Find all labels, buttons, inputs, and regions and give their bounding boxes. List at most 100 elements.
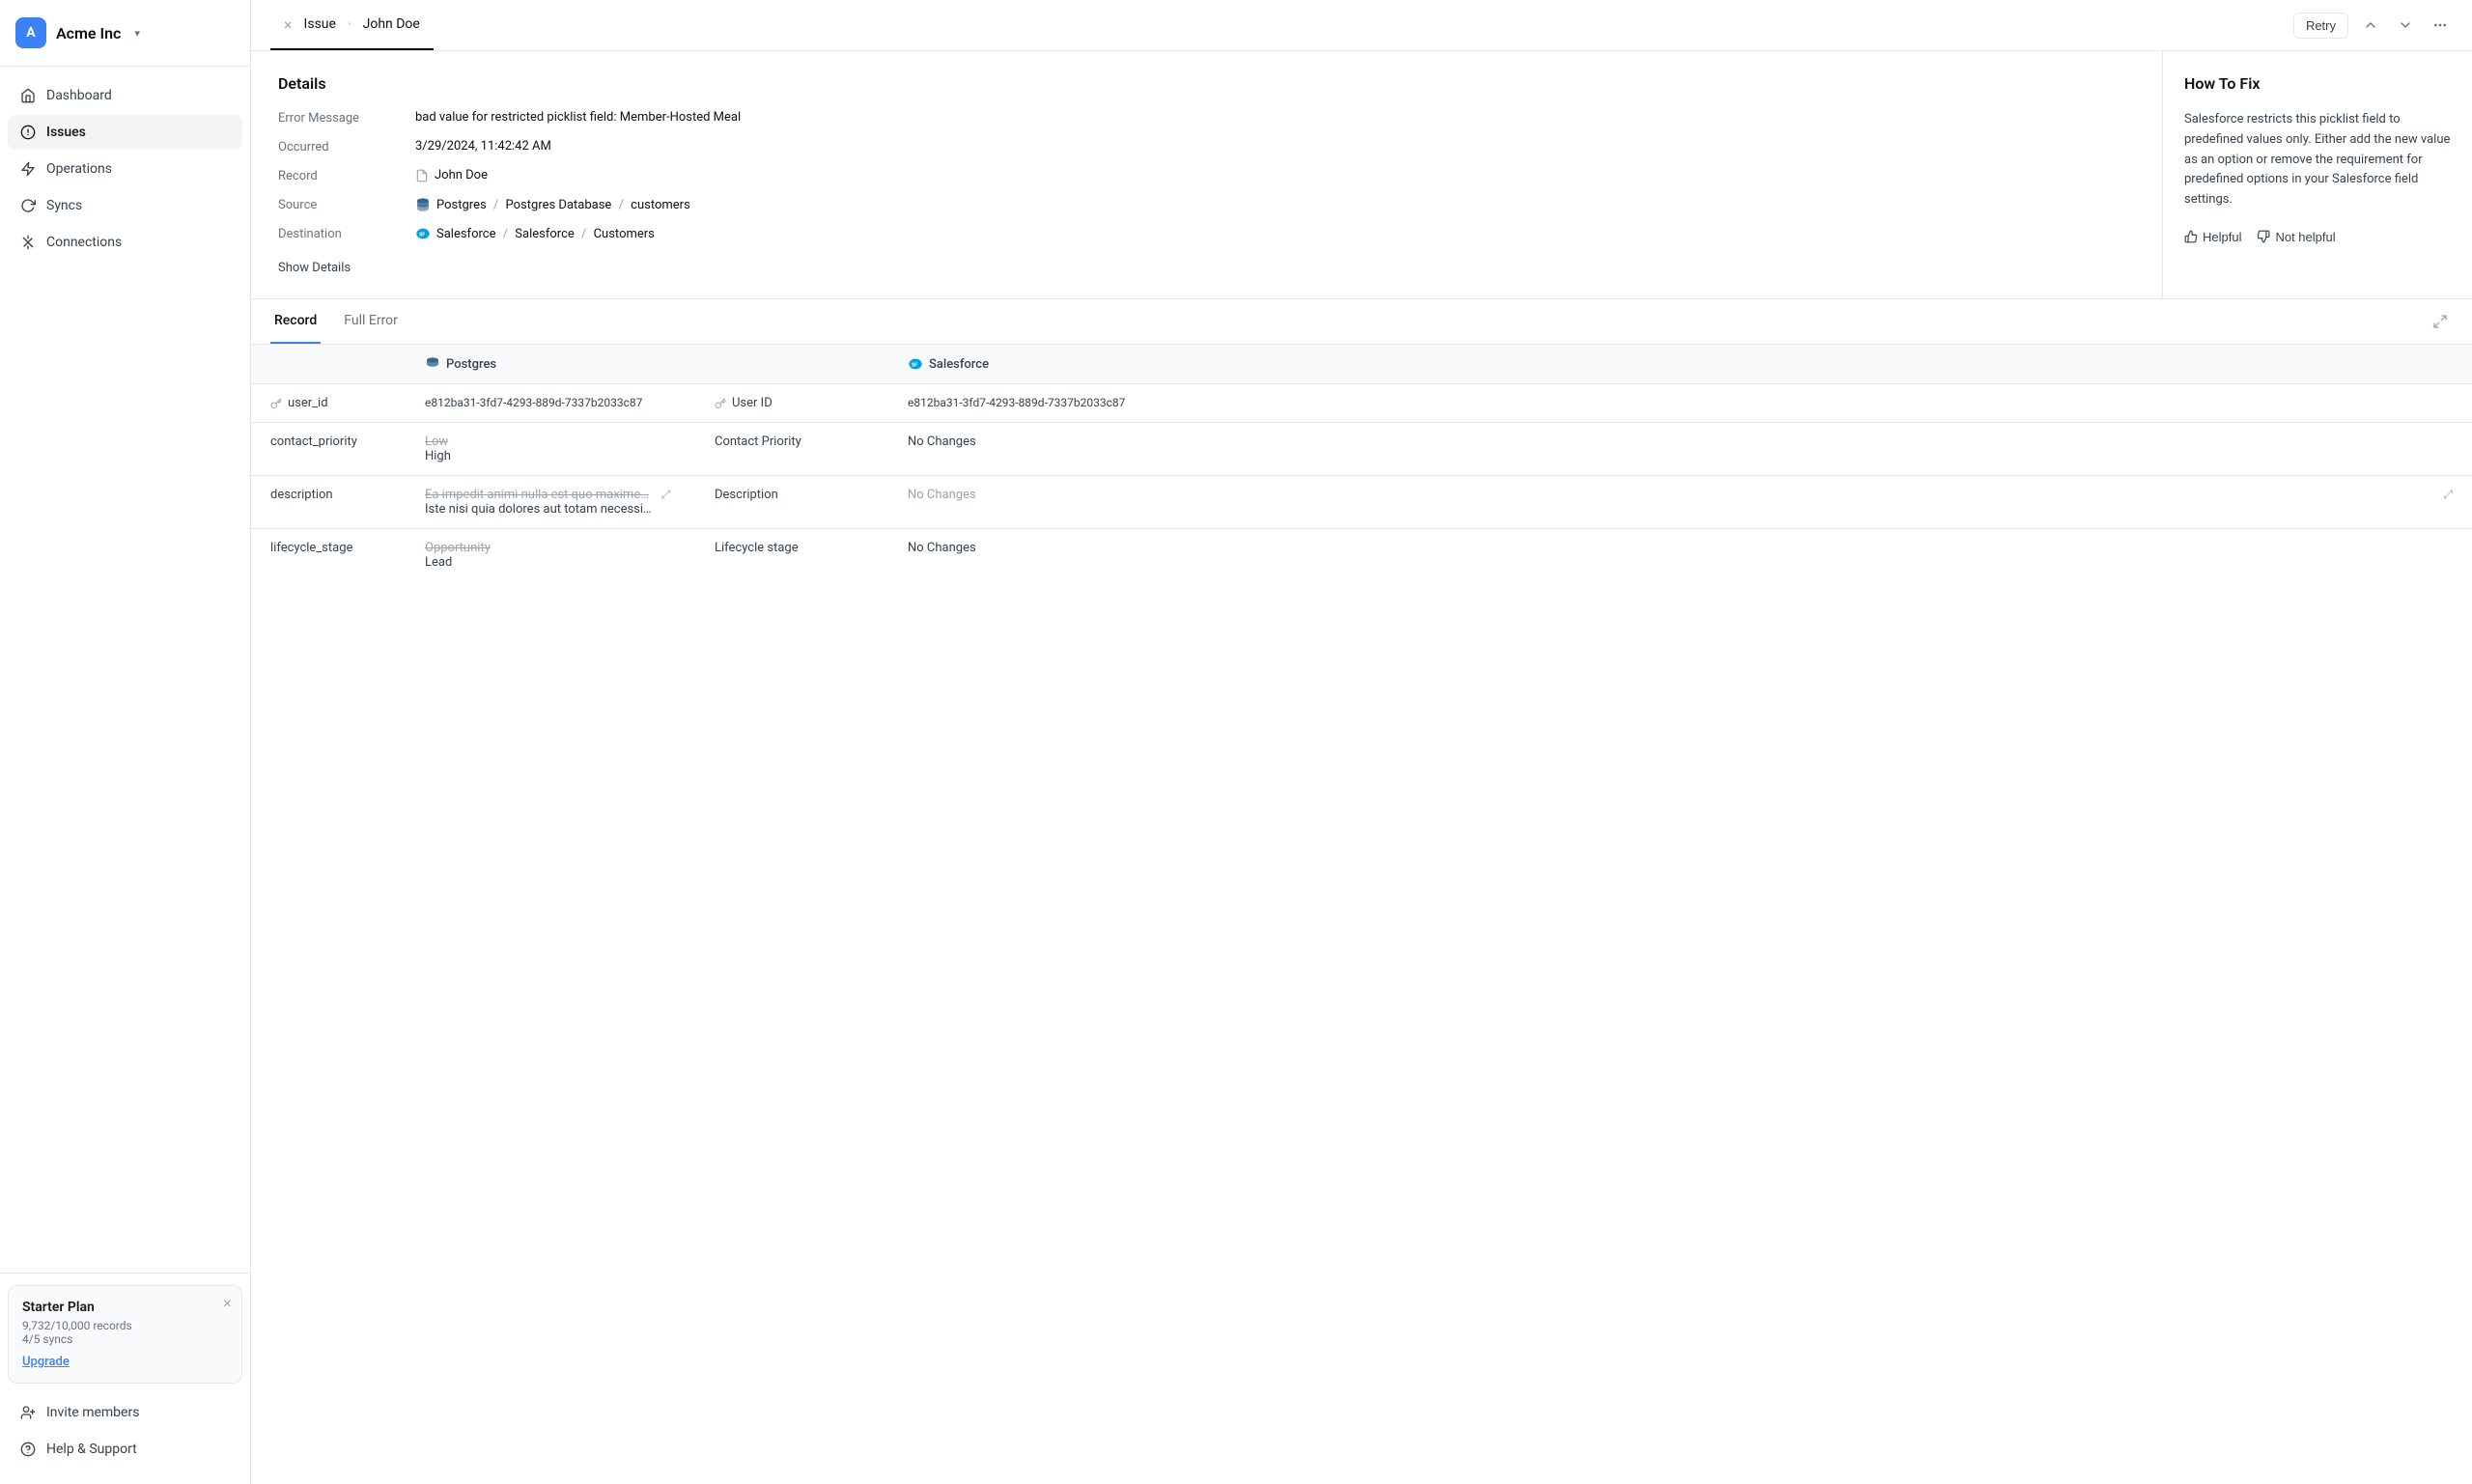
plan-syncs: 4/5 syncs (22, 1332, 228, 1346)
record-value: John Doe (415, 168, 2135, 182)
source-value: Postgres / Postgres Database / customers (415, 197, 2135, 212)
home-icon (19, 87, 37, 104)
tab-issue-label: Issue (304, 16, 336, 32)
show-details-link[interactable]: Show Details (278, 261, 351, 275)
tab-full-error[interactable]: Full Error (340, 299, 402, 344)
plug-icon (19, 234, 37, 251)
sf-field-name: Lifecycle stage (695, 529, 888, 582)
thumbs-up-icon (2184, 230, 2198, 243)
lightning-icon (19, 160, 37, 178)
sidebar: A Acme Inc ▾ Dashboard Issues Operations (0, 0, 251, 1484)
sidebar-item-label: Invite members (46, 1405, 139, 1420)
tab-actions: Retry (2293, 13, 2453, 39)
occurred-value: 3/29/2024, 11:42:42 AM (415, 139, 2135, 154)
sf-field-name: User ID (695, 384, 888, 423)
upgrade-link[interactable]: Upgrade (22, 1355, 70, 1369)
circle-alert-icon (19, 124, 37, 141)
field-name: lifecycle_stage (251, 529, 406, 582)
record-tab-bar: Record Full Error (251, 299, 2472, 345)
expand-table-button[interactable] (2428, 309, 2453, 334)
sidebar-nav: Dashboard Issues Operations Syncs (0, 67, 250, 1273)
helpful-row: Helpful Not helpful (2184, 230, 2451, 244)
sf-value: No Changes (888, 423, 2472, 476)
col-header-salesforce: SF Salesforce (888, 345, 2472, 384)
svg-text:SF: SF (912, 363, 917, 369)
sidebar-item-label: Operations (46, 161, 112, 177)
sidebar-header: A Acme Inc ▾ (0, 0, 250, 67)
tab-user-name: John Doe (363, 16, 420, 32)
source-path: Postgres / Postgres Database / customers (436, 198, 690, 212)
col-header-postgres: Postgres (406, 345, 695, 384)
details-title: Details (278, 74, 2135, 93)
table-row: description Ea impedit animi nulla est q… (251, 476, 2472, 529)
sidebar-item-operations[interactable]: Operations (8, 152, 242, 186)
plan-records: 9,732/10,000 records (22, 1319, 228, 1332)
plan-title: Starter Plan (22, 1300, 228, 1315)
sidebar-item-label: Connections (46, 235, 122, 250)
sidebar-item-connections[interactable]: Connections (8, 225, 242, 260)
chevron-down-icon[interactable]: ▾ (134, 27, 140, 40)
source-label: Source (278, 197, 404, 212)
thumbs-down-icon (2257, 230, 2270, 243)
svg-text:SF: SF (419, 233, 425, 238)
detail-row-record: Record John Doe (278, 168, 2135, 183)
pg-value: e812ba31-3fd7-4293-889d-7337b2033c87 (406, 384, 695, 423)
expand-icon-sf[interactable]: ⤢ (2443, 488, 2453, 502)
details-panel: Details Error Message bad value for rest… (251, 51, 2163, 298)
not-helpful-button[interactable]: Not helpful (2257, 230, 2335, 244)
issue-tab[interactable]: × Issue · John Doe (270, 0, 434, 50)
salesforce-icon: SF (415, 226, 431, 241)
table-row: user_id e812ba31-3fd7-4293-889d-7337b203… (251, 384, 2472, 423)
sf-value: No Changes ⤢ (888, 476, 2472, 529)
sidebar-item-issues[interactable]: Issues (8, 115, 242, 150)
navigate-up-button[interactable] (2358, 13, 2383, 38)
pg-value: Opportunity Lead (406, 529, 695, 582)
document-icon (415, 169, 429, 182)
retry-button[interactable]: Retry (2293, 13, 2348, 39)
helpful-button[interactable]: Helpful (2184, 230, 2241, 244)
company-logo: A (15, 17, 46, 48)
user-plus-icon (19, 1404, 37, 1421)
destination-path: Salesforce / Salesforce / Customers (436, 227, 655, 241)
content-area: Details Error Message bad value for rest… (251, 51, 2472, 1484)
sidebar-item-invite[interactable]: Invite members (8, 1395, 242, 1430)
tab-bar: × Issue · John Doe Retry (251, 0, 2472, 51)
pg-value: Ea impedit animi nulla est quo maxime… I… (406, 476, 695, 529)
fix-text: Salesforce restricts this picklist field… (2184, 110, 2451, 210)
more-options-button[interactable] (2428, 13, 2453, 38)
table-row: contact_priority Low High Contact Priori… (251, 423, 2472, 476)
field-name: contact_priority (251, 423, 406, 476)
sidebar-item-syncs[interactable]: Syncs (8, 188, 242, 223)
how-to-fix-title: How To Fix (2184, 74, 2451, 93)
navigate-down-button[interactable] (2393, 13, 2418, 38)
destination-label: Destination (278, 226, 404, 241)
sf-field-name: Description (695, 476, 888, 529)
detail-row-error: Error Message bad value for restricted p… (278, 110, 2135, 126)
col-header-field (251, 345, 406, 384)
sf-value: e812ba31-3fd7-4293-889d-7337b2033c87 (888, 384, 2472, 423)
detail-row-occurred: Occurred 3/29/2024, 11:42:42 AM (278, 139, 2135, 154)
detail-row-source: Source Postgres / Postgres Database / cu… (278, 197, 2135, 212)
sidebar-item-label: Issues (46, 125, 86, 140)
main-content: × Issue · John Doe Retry Details (251, 0, 2472, 1484)
salesforce-header-icon: SF (908, 356, 923, 372)
tab-close-icon[interactable]: × (284, 15, 293, 34)
destination-value: SF Salesforce / Salesforce / Customers (415, 226, 2135, 241)
circle-help-icon (19, 1441, 37, 1458)
sf-field-name: Contact Priority (695, 423, 888, 476)
postgres-icon (415, 197, 431, 212)
sidebar-item-dashboard[interactable]: Dashboard (8, 78, 242, 113)
record-table: Postgres SF Salesforce (251, 345, 2472, 581)
plan-card: × Starter Plan 9,732/10,000 records 4/5 … (8, 1285, 242, 1384)
sidebar-item-help[interactable]: Help & Support (8, 1432, 242, 1467)
sidebar-item-label: Help & Support (46, 1442, 137, 1457)
error-value: bad value for restricted picklist field:… (415, 110, 2135, 125)
pg-value: Low High (406, 423, 695, 476)
error-label: Error Message (278, 110, 404, 126)
key-icon-sf (715, 397, 726, 410)
expand-icon[interactable]: ⤢ (661, 488, 671, 502)
top-section: Details Error Message bad value for rest… (251, 51, 2472, 299)
tab-record[interactable]: Record (270, 299, 321, 344)
plan-close-button[interactable]: × (223, 1296, 232, 1313)
postgres-header-icon (425, 356, 440, 372)
